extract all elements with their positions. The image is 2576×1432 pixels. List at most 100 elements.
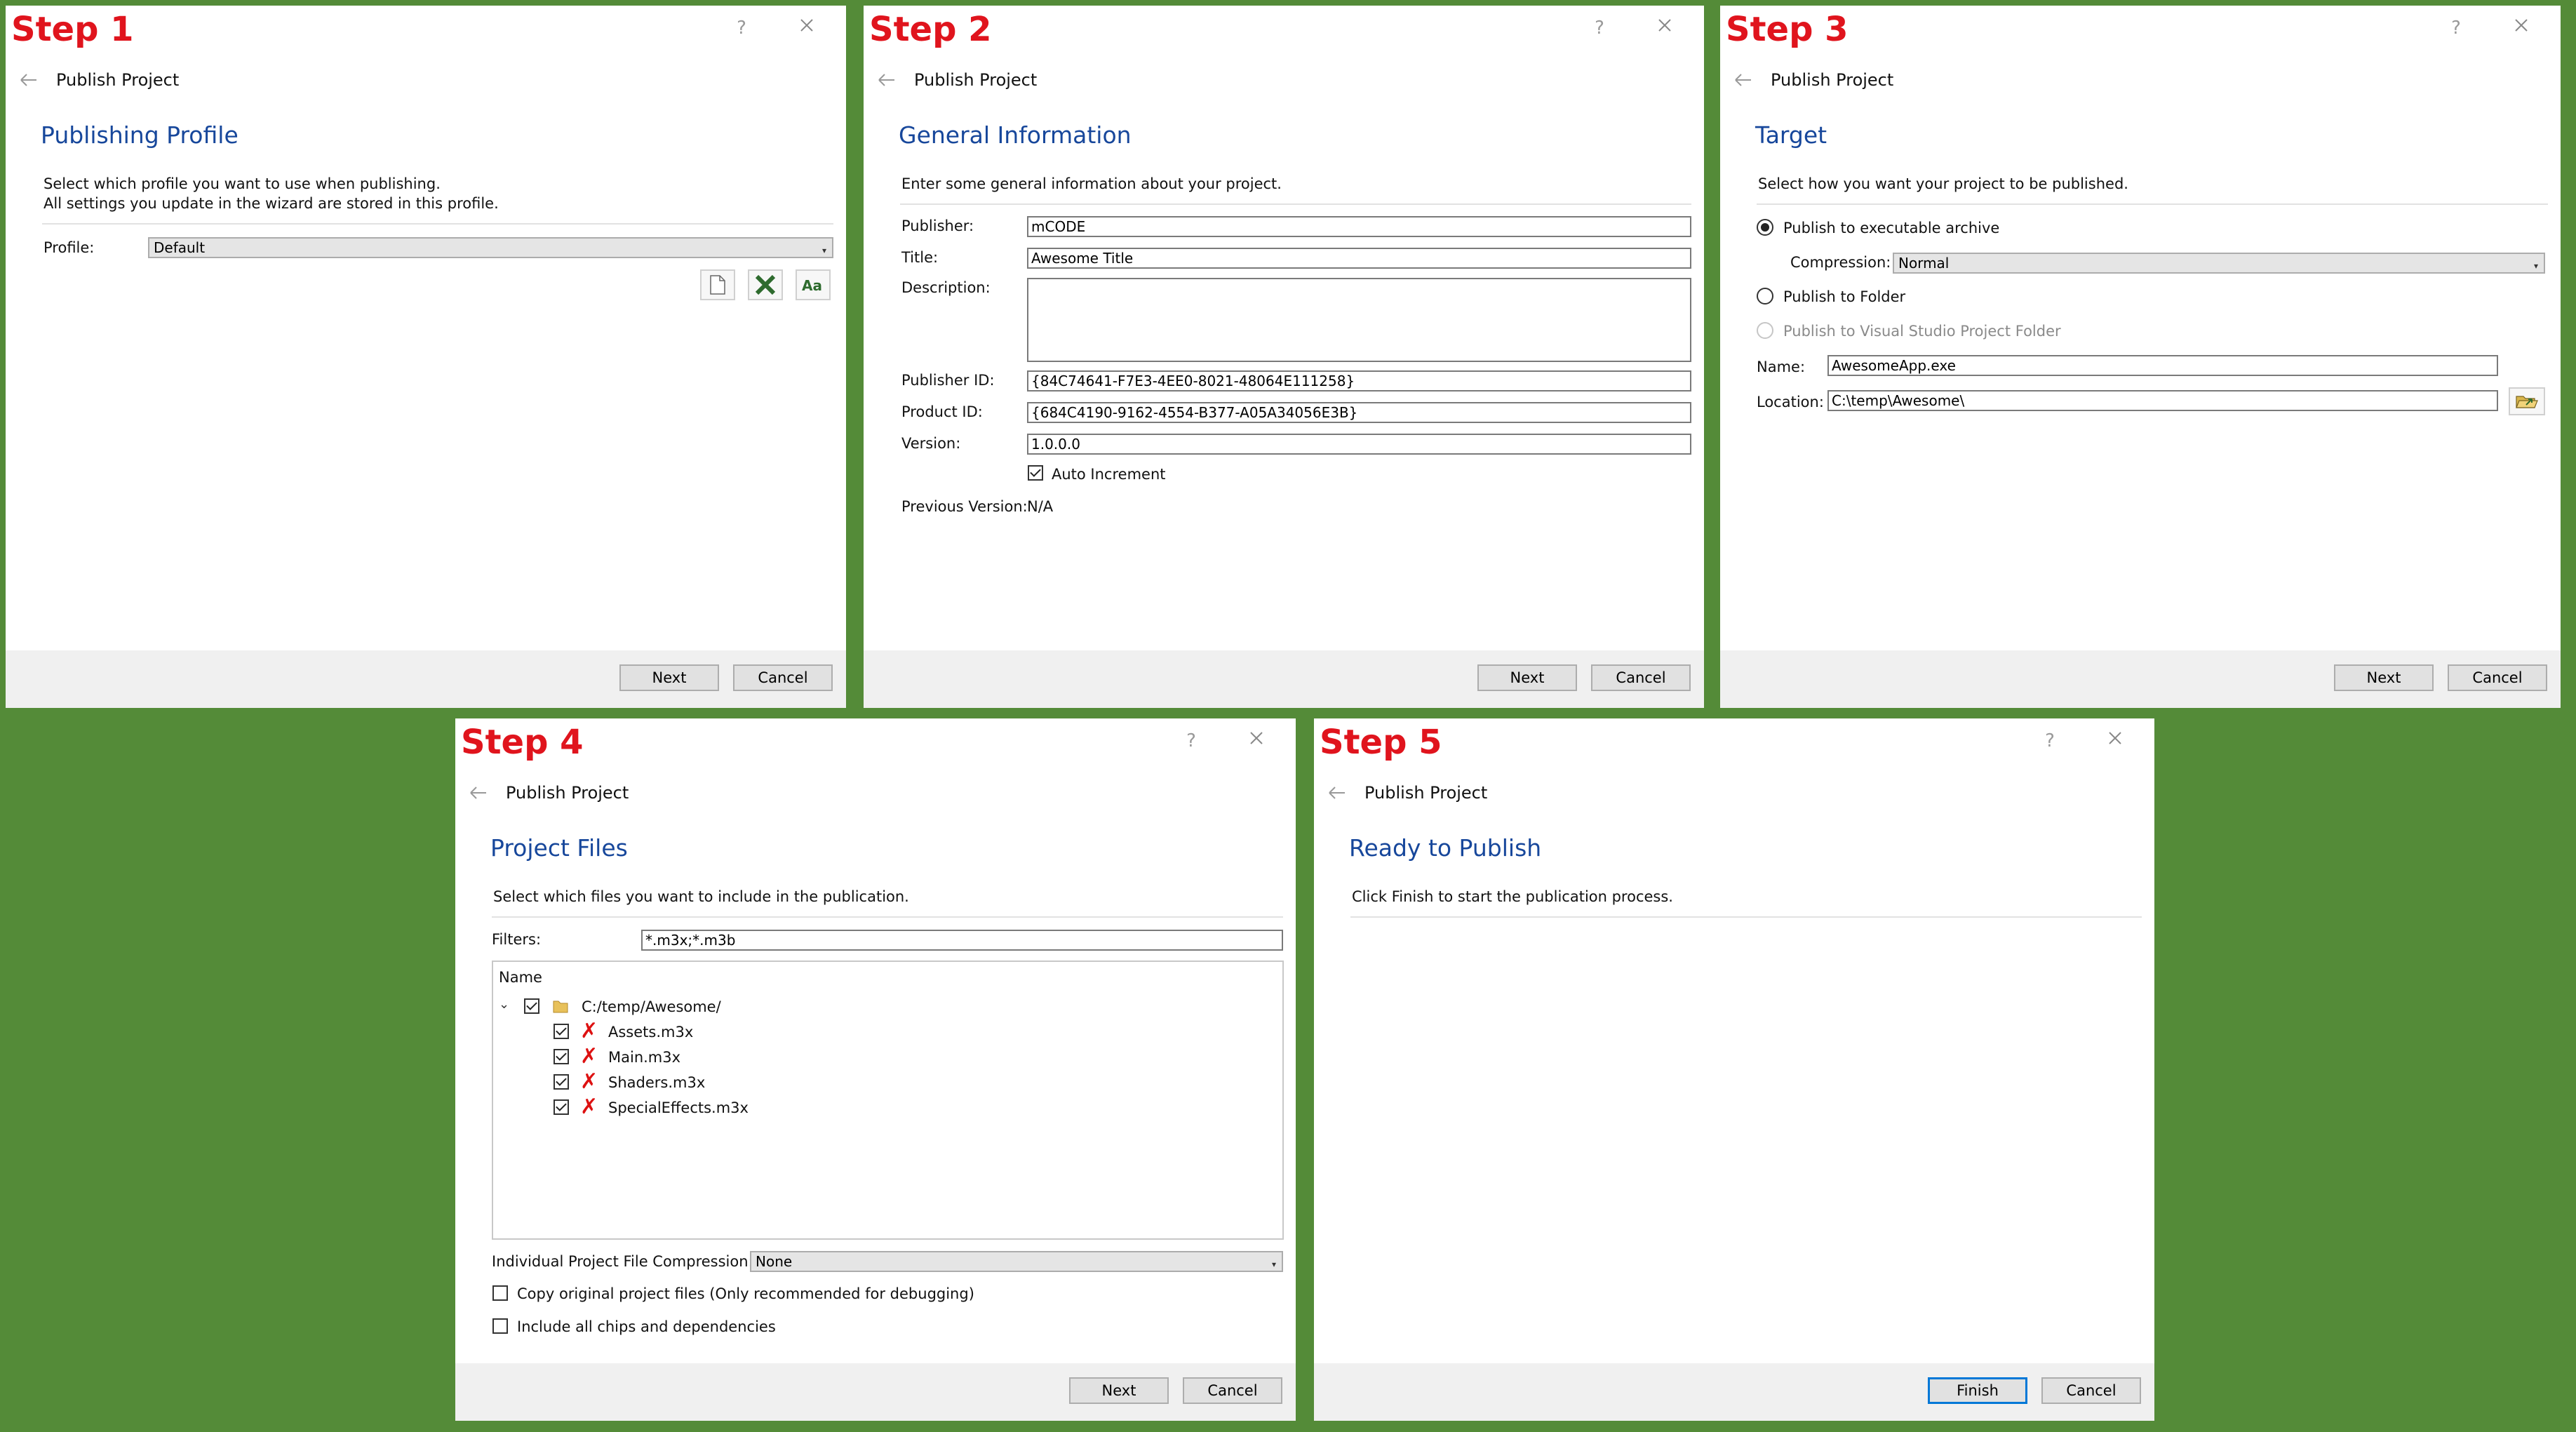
page-heading: Ready to Publish (1349, 834, 1542, 862)
back-arrow-icon (1329, 787, 1345, 799)
delete-profile-button[interactable] (748, 269, 783, 300)
nav-title: Publish Project (914, 70, 1038, 90)
cancel-button[interactable]: Cancel (2448, 664, 2547, 691)
back-button[interactable] (1730, 66, 1758, 94)
vs-folder-radio[interactable] (1757, 322, 1773, 339)
dialog-footer: Next Cancel (864, 650, 1704, 708)
cancel-button[interactable]: Cancel (1591, 664, 1691, 691)
page-description: Select which files you want to include i… (493, 888, 909, 905)
dialog-footer: Next Cancel (455, 1363, 1296, 1421)
close-button[interactable] (2101, 724, 2129, 752)
compression-value: Normal (1898, 255, 1950, 272)
name-label: Name: (1757, 359, 1806, 375)
back-arrow-icon (470, 787, 486, 799)
back-button[interactable] (465, 779, 493, 807)
page-heading: Target (1755, 121, 1827, 149)
publisher-field[interactable]: mCODE (1027, 216, 1691, 237)
next-button[interactable]: Next (1477, 664, 1577, 691)
wizard-window-step4: Step 4 ? Publish Project Project Files S… (455, 718, 1296, 1421)
wizard-window-step3: Step 3 ? Publish Project Target Select h… (1720, 6, 2561, 708)
divider (900, 203, 1691, 205)
profile-select[interactable]: Default ▾ (148, 237, 833, 258)
publisher-id-field[interactable]: {84C74641-F7E3-4EE0-8021-48064E111258} (1027, 370, 1691, 392)
wizard-window-step1: Step 1 ? Publish Project Publishing Prof… (6, 6, 846, 708)
description-label: Description: (901, 279, 991, 296)
file-checkbox[interactable] (554, 1074, 569, 1090)
close-button[interactable] (2507, 11, 2535, 39)
page-heading: Project Files (490, 834, 628, 862)
nav-title: Publish Project (506, 783, 629, 803)
profile-label: Profile: (43, 239, 95, 256)
close-button[interactable] (1651, 11, 1679, 39)
chevron-down-icon: ▾ (2533, 261, 2538, 271)
previous-version-label: Previous Version: (901, 498, 1028, 515)
back-button[interactable] (873, 66, 901, 94)
next-button[interactable]: Next (1069, 1377, 1169, 1404)
root-folder-checkbox[interactable] (524, 998, 539, 1014)
archive-radio[interactable] (1757, 219, 1773, 236)
next-button[interactable]: Next (2334, 664, 2434, 691)
include-chips-label: Include all chips and dependencies (517, 1318, 776, 1335)
step-label: Step 3 (1726, 10, 1849, 49)
back-button[interactable] (15, 66, 43, 94)
file-tree[interactable]: Name ⌄ C:/temp/Awesome/ ✗ Assets.m3x ✗ M… (492, 961, 1284, 1240)
divider (42, 223, 833, 225)
product-id-field[interactable]: {684C4190-9162-4554-B377-A05A34056E3B} (1027, 402, 1691, 423)
file-checkbox[interactable] (554, 1024, 569, 1039)
publisher-label: Publisher: (901, 218, 974, 234)
close-button[interactable] (1242, 724, 1270, 752)
file-compression-select[interactable]: None ▾ (750, 1251, 1283, 1272)
publisher-id-label: Publisher ID: (901, 372, 995, 389)
filters-field[interactable]: *.m3x;*.m3b (641, 930, 1283, 951)
previous-version-value: N/A (1027, 498, 1054, 515)
close-button[interactable] (793, 11, 821, 39)
back-arrow-icon (878, 74, 894, 86)
next-button[interactable]: Next (619, 664, 719, 691)
expand-chevron-icon[interactable]: ⌄ (499, 997, 509, 1012)
new-profile-button[interactable] (700, 269, 735, 300)
help-button[interactable]: ? (2446, 14, 2467, 42)
page-heading: General Information (899, 121, 1132, 149)
folder-open-icon (2516, 396, 2538, 408)
name-field[interactable]: AwesomeApp.exe (1827, 355, 2498, 376)
tree-header-name[interactable]: Name (499, 969, 542, 986)
close-icon (1658, 19, 1671, 32)
divider (1757, 203, 2548, 205)
file-label: Assets.m3x (608, 1024, 694, 1040)
copy-original-checkbox[interactable] (492, 1285, 508, 1301)
browse-button[interactable] (2509, 387, 2545, 415)
include-chips-checkbox[interactable] (492, 1318, 508, 1334)
compression-select[interactable]: Normal ▾ (1893, 253, 2545, 274)
description-line-1: Select which profile you want to use whe… (43, 175, 441, 192)
cancel-button[interactable]: Cancel (733, 664, 833, 691)
folder-radio[interactable] (1757, 288, 1773, 305)
help-button[interactable]: ? (2039, 727, 2060, 755)
close-icon (2109, 732, 2121, 744)
close-icon (800, 19, 813, 32)
folder-icon (553, 1001, 568, 1013)
chevron-down-icon: ▾ (821, 246, 826, 255)
step-label: Step 5 (1320, 723, 1442, 762)
dialog-footer: Finish Cancel (1314, 1363, 2154, 1421)
help-button[interactable]: ? (731, 14, 752, 42)
wizard-window-step2: Step 2 ? Publish Project General Informa… (864, 6, 1704, 708)
file-checkbox[interactable] (554, 1049, 569, 1064)
location-field[interactable]: C:\temp\Awesome\ (1827, 390, 2498, 411)
back-button[interactable] (1324, 779, 1352, 807)
help-button[interactable]: ? (1589, 14, 1610, 42)
title-field[interactable]: Awesome Title (1027, 248, 1691, 269)
rename-profile-button[interactable]: Aa (796, 269, 831, 300)
file-compression-label: Individual Project File Compression: (492, 1253, 753, 1270)
step-label: Step 4 (461, 723, 584, 762)
file-checkbox[interactable] (554, 1099, 569, 1115)
help-button[interactable]: ? (1181, 727, 1202, 755)
cancel-button[interactable]: Cancel (2041, 1377, 2141, 1404)
excluded-x-icon: ✗ (580, 1069, 598, 1094)
finish-button[interactable]: Finish (1928, 1377, 2027, 1404)
auto-increment-checkbox[interactable] (1028, 465, 1043, 481)
archive-option-label: Publish to executable archive (1783, 220, 2000, 236)
description-field[interactable] (1027, 278, 1691, 362)
cancel-button[interactable]: Cancel (1183, 1377, 1282, 1404)
page-description: Select how you want your project to be p… (1758, 175, 2128, 192)
version-field[interactable]: 1.0.0.0 (1027, 434, 1691, 455)
